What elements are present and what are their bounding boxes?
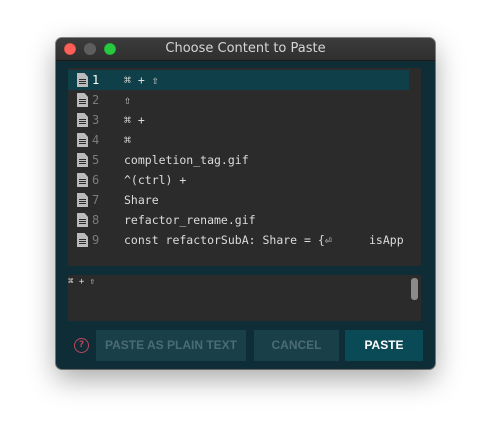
list-item[interactable]: 5 completion_tag.gif [68,150,409,170]
item-number: 4 [92,133,100,147]
list-item[interactable]: 2 ⇧ [68,90,409,110]
item-text: Share [124,193,159,207]
list-item[interactable]: 9 const refactorSubA: Share = {⏎ isApp [68,230,409,250]
clipboard-history-list[interactable]: 1 ⌘ + ⇧ 2 ⇧ 3 ⌘ + 4 ⌘ 5 completion_tag.g… [68,68,421,266]
item-text: ⌘ + [124,113,145,127]
item-text: ^(ctrl) + [124,173,187,187]
item-number: 9 [92,233,100,247]
item-number: 7 [92,193,100,207]
paste-dialog: Choose Content to Paste 1 ⌘ + ⇧ 2 ⇧ 3 ⌘ … [56,38,435,369]
file-icon [77,93,88,107]
list-item[interactable]: 6 ^(ctrl) + [68,170,409,190]
item-text-overflow: isApp [369,233,404,247]
paste-button[interactable]: PASTE [345,330,423,361]
file-icon [77,113,88,127]
file-icon [77,193,88,207]
list-item[interactable]: 4 ⌘ [68,130,409,150]
help-icon[interactable]: ? [74,338,89,353]
item-number: 3 [92,113,100,127]
title-bar: Choose Content to Paste [56,38,435,61]
file-icon [77,233,88,247]
window-title: Choose Content to Paste [165,41,326,56]
list-item[interactable]: 1 ⌘ + ⇧ [68,70,409,90]
item-number: 1 [92,73,100,87]
file-icon [77,73,88,87]
list-item[interactable]: 3 ⌘ + [68,110,409,130]
file-icon [77,153,88,167]
preview-text: ⌘ + ⇧ [68,277,96,287]
content-preview[interactable]: ⌘ + ⇧ [68,275,421,321]
preview-scrollbar[interactable] [411,278,418,300]
item-number: 2 [92,93,100,107]
item-number: 8 [92,213,100,227]
list-item[interactable]: 8 refactor_rename.gif [68,210,409,230]
item-text: refactor_rename.gif [124,213,256,227]
paste-as-plain-text-button[interactable]: PASTE AS PLAIN TEXT [96,330,246,361]
list-item[interactable]: 7 Share [68,190,409,210]
item-text: ⌘ [124,133,131,147]
file-icon [77,173,88,187]
item-number: 6 [92,173,100,187]
item-text: ⌘ + ⇧ [124,73,159,87]
item-text: ⇧ [124,93,131,107]
file-icon [77,213,88,227]
item-number: 5 [92,153,100,167]
cancel-button[interactable]: CANCEL [254,330,339,361]
item-text: completion_tag.gif [124,153,249,167]
dialog-footer: ? PASTE AS PLAIN TEXT CANCEL PASTE [68,330,423,361]
item-text: const refactorSubA: Share = {⏎ [124,233,332,247]
file-icon [77,133,88,147]
